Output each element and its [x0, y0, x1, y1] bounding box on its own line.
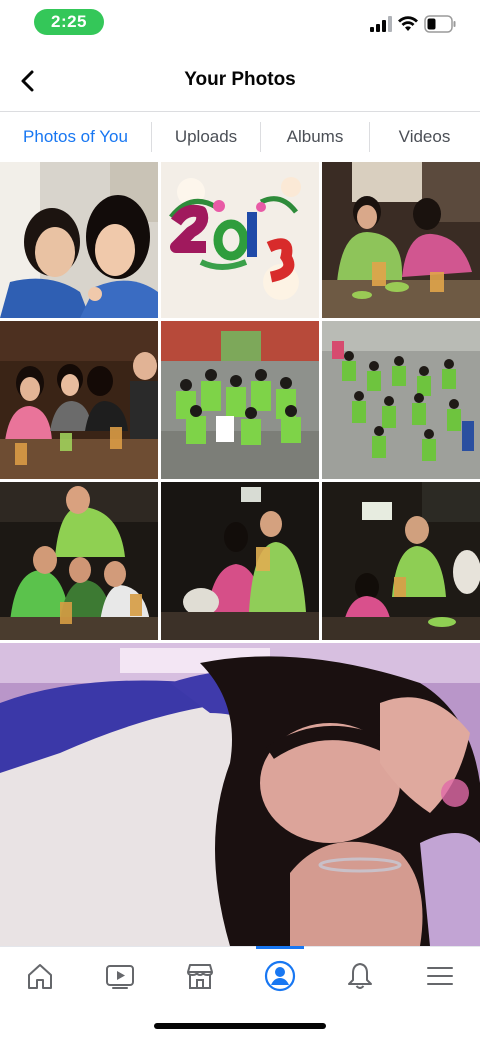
tab-uploads[interactable]: Uploads [152, 112, 260, 162]
photo-selfie-two-girls[interactable] [0, 162, 158, 318]
video-icon [106, 964, 134, 989]
photo-group-cafe[interactable] [322, 162, 480, 318]
header: Your Photos [0, 50, 480, 112]
status-bar: 2:25 [0, 0, 480, 46]
nav-notifications[interactable] [320, 947, 400, 1004]
nav-profile[interactable] [240, 946, 320, 1004]
nav-menu[interactable] [400, 947, 480, 1004]
bell-icon [348, 962, 372, 989]
marketplace-icon [187, 963, 213, 989]
menu-icon [427, 966, 453, 985]
signal-icon [370, 16, 392, 32]
photo-tabs: Photos of You Uploads Albums Videos [0, 112, 480, 162]
page-title: Your Photos [184, 69, 296, 90]
battery-icon [424, 15, 456, 33]
photo-group-high-angle[interactable] [322, 321, 480, 479]
photo-sleeping-closeup[interactable] [0, 643, 480, 946]
nav-home[interactable] [0, 947, 80, 1004]
photo-group-outdoor[interactable] [161, 321, 319, 479]
home-indicator[interactable] [154, 1023, 326, 1029]
nav-active-indicator [256, 946, 304, 949]
nav-watch[interactable] [80, 947, 160, 1004]
photo-2013-graphic[interactable] [161, 162, 319, 318]
profile-icon [264, 960, 296, 991]
photo-toast-night-2[interactable] [322, 482, 480, 640]
photo-girls-restaurant[interactable] [0, 321, 158, 479]
photo-group-night[interactable] [0, 482, 158, 640]
tab-videos[interactable]: Videos [370, 112, 479, 162]
status-time: 2:25 [34, 9, 104, 35]
tab-photos-of-you[interactable]: Photos of You [0, 112, 151, 162]
home-icon [28, 963, 52, 989]
wifi-icon [398, 16, 418, 31]
nav-marketplace[interactable] [160, 947, 240, 1004]
tab-albums[interactable]: Albums [261, 112, 369, 162]
photo-toast-night[interactable] [161, 482, 319, 640]
bottom-nav [0, 946, 480, 1004]
